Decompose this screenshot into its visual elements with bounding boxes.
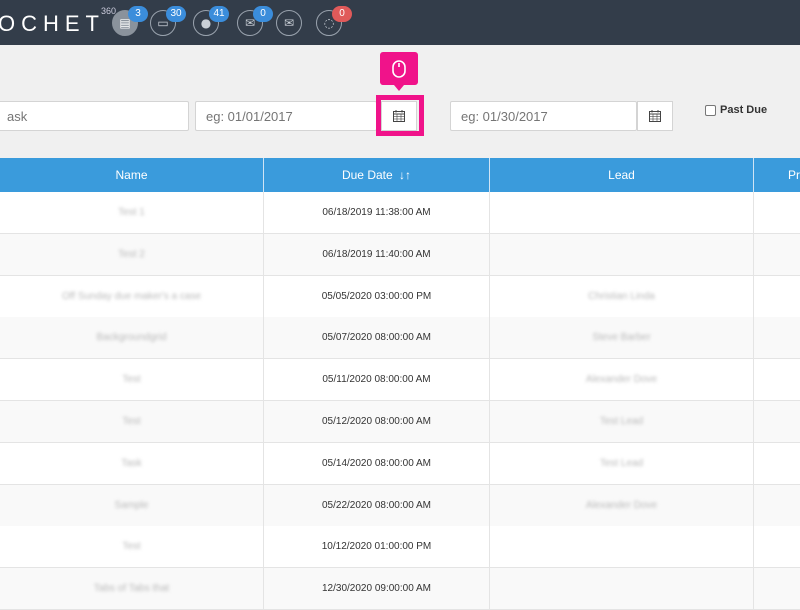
cell-divider — [753, 192, 754, 234]
cell-name: Test — [122, 541, 141, 553]
table-row[interactable]: Tabs of Tabs that 12/30/2020 09:00:00 AM — [0, 568, 800, 610]
cell-due-date: 06/18/2019 11:38:00 AM — [322, 207, 431, 218]
sort-icon[interactable]: ↓↑ — [399, 168, 411, 182]
cell-lead — [490, 234, 753, 276]
cell-lead: Test Lead — [599, 416, 644, 427]
cell-due-date: 05/05/2020 03:00:00 PM — [321, 290, 432, 302]
cell-due-date: 05/07/2020 08:00:00 AM — [322, 332, 431, 344]
table-row[interactable]: Backgroundgrid 05/07/2020 08:00:00 AM Stev… — [0, 317, 800, 360]
cell-name: Test — [122, 374, 141, 386]
column-header-extra-label: Pr — [788, 168, 800, 182]
end-date-input[interactable] — [450, 101, 637, 131]
end-date-calendar-button[interactable] — [637, 101, 673, 131]
chat-badge: 41 — [209, 6, 229, 22]
documents-badge: 30 — [166, 6, 186, 22]
cell-divider — [753, 568, 754, 610]
cell-due-date: 05/14/2020 08:00:00 AM — [322, 457, 431, 469]
column-header-lead[interactable]: Lead — [490, 158, 753, 192]
table-row[interactable]: Test 05/12/2020 08:00:00 AM Test Lead — [0, 401, 800, 443]
cell-divider — [753, 233, 754, 276]
table-row[interactable]: Test 10/12/2020 01:00:00 PM — [0, 526, 800, 569]
cell-lead: Alexander Dove — [585, 374, 658, 386]
table-row[interactable]: Off Sunday due maker's a case 05/05/2020 … — [0, 275, 800, 318]
cell-lead — [490, 192, 753, 234]
cell-due-date: 06/18/2019 11:40:00 AM — [322, 248, 431, 260]
logo-text: OCHET — [0, 11, 105, 36]
cell-lead — [490, 568, 753, 610]
app-logo[interactable]: OCHET360 — [0, 6, 120, 37]
cell-divider — [753, 401, 754, 443]
cell-name: Test — [122, 416, 141, 427]
cell-name: Off Sunday due maker's a case — [61, 290, 202, 302]
documents-icon[interactable]: ▭ 30 — [150, 6, 186, 36]
cell-lead: Christian Linda — [588, 290, 655, 302]
cell-name: Test 2 — [118, 248, 145, 260]
comment-icon[interactable]: ◌ 0 — [316, 6, 352, 36]
past-due-label: Past Due — [720, 104, 768, 116]
mail-badge: 0 — [253, 6, 273, 22]
cell-name: Test 1 — [118, 207, 145, 218]
column-header-due-date[interactable]: Due Date ↓↑ — [264, 158, 489, 192]
click-highlight-box — [376, 95, 424, 136]
cell-due-date: 05/22/2020 08:00:00 AM — [322, 499, 431, 511]
cell-name: Backgroundgrid — [96, 332, 167, 344]
table-row[interactable]: Test 1 06/18/2019 11:38:00 AM — [0, 192, 800, 234]
cell-divider — [753, 359, 754, 402]
cell-divider — [753, 317, 754, 360]
cell-lead: Steve Barber — [592, 332, 651, 344]
table-row[interactable]: Sample 05/22/2020 08:00:00 AM Alexander Do… — [0, 484, 800, 527]
table-row[interactable]: Test 05/11/2020 08:00:00 AM Alexander Dove — [0, 359, 800, 402]
inbox-icon[interactable]: ✉ — [276, 10, 302, 36]
column-header-name-label: Name — [115, 168, 148, 182]
cell-divider — [753, 526, 754, 569]
column-header-lead-label: Lead — [608, 168, 635, 182]
calendar-icon — [649, 110, 661, 122]
tasks-badge: 3 — [128, 6, 148, 22]
column-header-extra[interactable]: Pr — [754, 158, 800, 192]
tasks-icon[interactable]: ▤ 3 — [112, 6, 148, 36]
cell-name: Tabs of Tabs that — [93, 583, 170, 595]
cell-divider — [753, 275, 754, 318]
cell-due-date: 05/12/2020 08:00:00 AM — [322, 416, 431, 427]
past-due-checkbox[interactable] — [705, 104, 716, 116]
cell-lead: Test Lead — [599, 457, 644, 469]
start-date-input[interactable] — [195, 101, 377, 131]
table-header: Name Due Date ↓↑ Lead Pr — [0, 158, 800, 192]
table-row[interactable]: Test 2 06/18/2019 11:40:00 AM — [0, 233, 800, 276]
cell-divider — [753, 484, 754, 527]
cell-lead — [490, 526, 753, 568]
mail-icon[interactable]: ✉ 0 — [237, 6, 273, 36]
past-due-filter[interactable]: Past Due — [705, 104, 767, 116]
task-search-input[interactable] — [0, 101, 189, 131]
mouse-click-indicator — [380, 52, 418, 91]
top-navbar: OCHET360 ▤ 3 ▭ 30 ● 41 ✉ 0 ✉ ◌ 0 — [0, 0, 800, 45]
cell-name: Sample — [114, 499, 149, 511]
mouse-icon — [392, 59, 406, 78]
inbox-glyph: ✉ — [283, 16, 295, 30]
cell-divider — [753, 442, 754, 485]
cell-name: Task — [121, 457, 142, 469]
comment-badge: 0 — [332, 6, 352, 22]
table-row[interactable]: Task 05/14/2020 08:00:00 AM Test Lead — [0, 442, 800, 485]
chat-icon[interactable]: ● 41 — [193, 6, 229, 36]
cell-lead: Alexander Dove — [585, 499, 658, 511]
column-header-due-date-label: Due Date — [341, 168, 393, 182]
column-header-name[interactable]: Name — [0, 158, 263, 192]
cell-due-date: 05/11/2020 08:00:00 AM — [322, 374, 431, 386]
cell-due-date: 12/30/2020 09:00:00 AM — [322, 583, 431, 595]
cell-due-date: 10/12/2020 01:00:00 PM — [321, 541, 432, 553]
